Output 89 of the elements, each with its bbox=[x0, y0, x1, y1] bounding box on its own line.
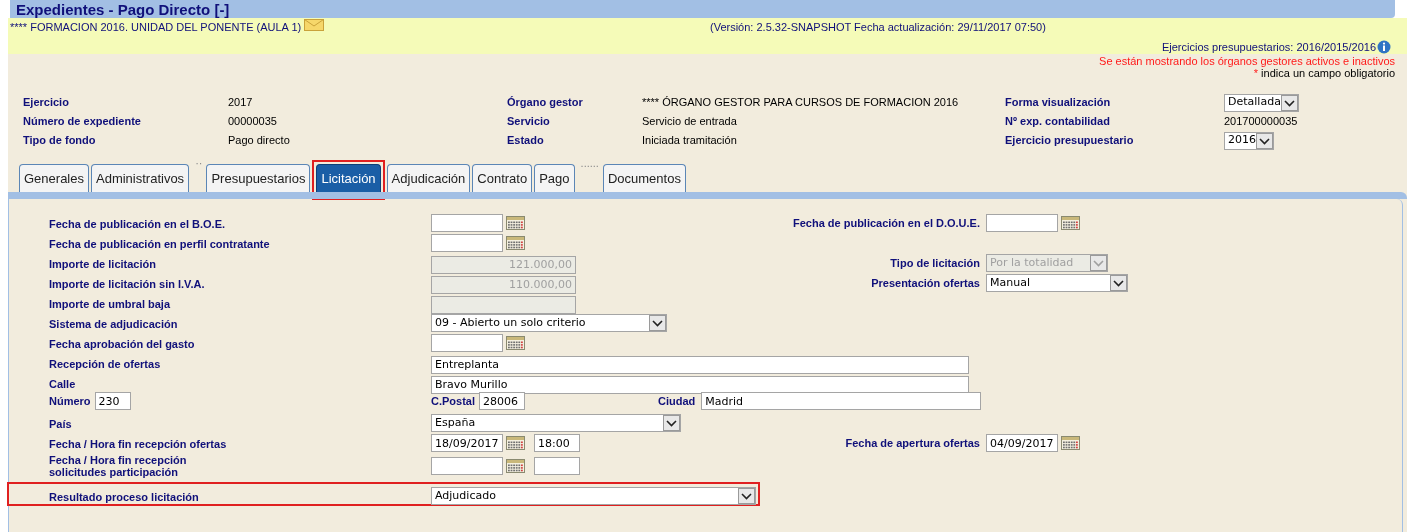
tab-separator: ...... bbox=[580, 158, 599, 168]
field-label: Fecha / Hora fin recepción solicitudes participación bbox=[49, 454, 188, 478]
envelope-icon[interactable] bbox=[304, 19, 325, 31]
field-label: Tipo de licitación bbox=[890, 255, 980, 271]
field-label: C.Postal bbox=[431, 393, 475, 409]
field-label: Importe de licitación bbox=[49, 258, 156, 270]
info-value: Pago directo bbox=[228, 134, 290, 147]
organization-text: **** FORMACION 2016. UNIDAD DEL PONENTE (AULA 1) bbox=[10, 20, 302, 35]
info-value: Servicio de entrada bbox=[642, 115, 737, 128]
info-value: Iniciada tramitación bbox=[642, 134, 737, 147]
input-field[interactable] bbox=[431, 214, 503, 232]
calendar-icon[interactable] bbox=[506, 236, 525, 250]
tab[interactable]: Documentos bbox=[602, 164, 686, 192]
info-label: Estado bbox=[507, 133, 545, 149]
info-label: Ejercicio presupuestario bbox=[1005, 133, 1135, 149]
required-mark: * bbox=[1253, 67, 1259, 79]
info-label: Tipo de fondo bbox=[23, 133, 97, 149]
calendar-icon[interactable] bbox=[506, 436, 525, 450]
field-label: Fecha de publicación en el B.O.E. bbox=[49, 218, 226, 230]
calendar-icon[interactable] bbox=[506, 336, 525, 350]
dropdown[interactable]: 2016 bbox=[1224, 131, 1274, 150]
dropdown[interactable]: España bbox=[431, 414, 681, 432]
calendar-icon[interactable] bbox=[506, 216, 525, 230]
field-label: Presentación ofertas bbox=[871, 275, 980, 291]
info-label: Órgano gestor bbox=[507, 95, 584, 111]
field-label: Número bbox=[49, 393, 91, 409]
input-field[interactable]: 28006 bbox=[479, 392, 525, 410]
input-field[interactable]: Bravo Murillo bbox=[431, 375, 969, 394]
dropdown[interactable]: 09 - Abierto un solo criterio bbox=[431, 314, 667, 332]
calendar-icon[interactable] bbox=[1061, 216, 1080, 230]
tab[interactable]: Contrato bbox=[472, 164, 533, 192]
warning-text: Se están mostrando los órganos gestores activos e inactivos bbox=[1099, 55, 1395, 67]
info-value: **** ÓRGANO GESTOR PARA CURSOS DE FORMACION 2016 bbox=[642, 96, 959, 109]
input-field[interactable] bbox=[534, 457, 580, 475]
chevron-down-icon bbox=[663, 415, 680, 431]
calendar-icon[interactable] bbox=[1061, 436, 1080, 450]
field-label: Importe de licitación sin I.V.A. bbox=[49, 278, 205, 290]
field-label: Ciudad bbox=[658, 393, 696, 409]
field-label: Fecha / Hora fin recepción ofertas bbox=[49, 438, 227, 450]
info-label: Número de expediente bbox=[23, 114, 142, 130]
field-label: Fecha de publicación en el D.O.U.E. bbox=[792, 215, 980, 231]
calendar-icon[interactable] bbox=[506, 459, 525, 473]
input-field[interactable]: 18/09/2017 bbox=[431, 434, 503, 452]
input-field[interactable] bbox=[431, 234, 503, 252]
tab[interactable]: Licitación bbox=[316, 164, 381, 192]
field-label: Fecha de apertura ofertas bbox=[845, 435, 980, 451]
info-label: Nº exp. contabilidad bbox=[1005, 114, 1111, 130]
chevron-down-icon bbox=[649, 315, 666, 331]
input-field[interactable]: Madrid bbox=[701, 392, 982, 410]
info-label: Servicio bbox=[507, 114, 551, 130]
window-title: Expedientes - Pago Directo [-] bbox=[16, 1, 230, 17]
tab[interactable]: Generales bbox=[19, 164, 89, 192]
dropdown[interactable]: Manual bbox=[986, 274, 1128, 292]
field-label: Recepción de ofertas bbox=[49, 358, 161, 370]
version-text: (Versión: 2.5.32-SNAPSHOT Fecha actualización: 29/11/2017 07:50) bbox=[710, 20, 1047, 35]
dropdown[interactable]: Detallada bbox=[1224, 93, 1299, 112]
info-label: Ejercicio bbox=[23, 95, 70, 111]
tab[interactable]: Presupuestarios bbox=[206, 164, 311, 192]
info-label: Forma visualización bbox=[1005, 95, 1112, 111]
budget-years-text: Ejercicios presupuestarios: 2016/2015/2016 bbox=[1161, 39, 1376, 55]
chevron-down-icon bbox=[1256, 132, 1273, 149]
field-label: Sistema de adjudicación bbox=[49, 318, 178, 330]
input-field[interactable] bbox=[986, 214, 1058, 232]
input-field[interactable]: 230 bbox=[94, 392, 131, 410]
field-label: Fecha aprobación del gasto bbox=[49, 338, 195, 350]
chevron-down-icon bbox=[1110, 275, 1127, 291]
tab[interactable]: Administrativos bbox=[91, 164, 190, 192]
field-label: Fecha de publicación en perfil contratante bbox=[49, 238, 270, 250]
field-label: Calle bbox=[49, 378, 76, 390]
field-label: País bbox=[49, 418, 72, 430]
tab[interactable]: Adjudicación bbox=[386, 164, 471, 192]
tab[interactable]: Pago bbox=[534, 164, 575, 192]
input-field[interactable] bbox=[431, 457, 503, 475]
chevron-down-icon bbox=[738, 488, 755, 504]
input-field[interactable] bbox=[431, 334, 503, 352]
field-label: Resultado proceso licitación bbox=[49, 491, 199, 503]
chevron-down-icon bbox=[1281, 94, 1298, 111]
input-field[interactable]: 18:00 bbox=[534, 434, 580, 452]
chevron-down-icon bbox=[1090, 255, 1107, 271]
input-field[interactable]: Entreplanta bbox=[431, 355, 969, 374]
input-field[interactable]: 04/09/2017 bbox=[986, 434, 1058, 452]
dropdown[interactable]: Adjudicado bbox=[431, 487, 756, 505]
info-value: 2017 bbox=[228, 96, 253, 109]
info-value: 00000035 bbox=[228, 115, 277, 128]
info-value: 201700000035 bbox=[1224, 115, 1298, 128]
info-icon[interactable] bbox=[1377, 39, 1391, 54]
field-label: Importe de umbral baja bbox=[49, 298, 171, 310]
tab-separator: ·· bbox=[195, 158, 203, 168]
required-note: indica un campo obligatorio bbox=[1261, 67, 1395, 79]
